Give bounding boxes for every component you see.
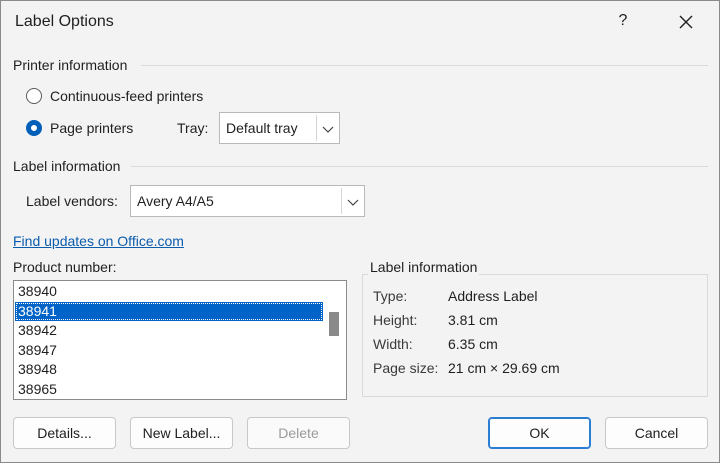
label-details-legend: Label information (368, 259, 480, 275)
type-value: Address Label (448, 288, 538, 304)
product-number-list[interactable]: 38940 38941 38942 38947 38948 38965 (13, 280, 347, 400)
tray-select[interactable]: Default tray (219, 112, 340, 144)
new-label-button[interactable]: New Label... (130, 417, 233, 449)
label-info-divider (131, 166, 708, 167)
ok-button[interactable]: OK (488, 417, 591, 449)
product-number-label: Product number: (13, 259, 117, 275)
tray-label: Tray: (177, 120, 209, 136)
printer-info-section-label: Printer information (13, 57, 128, 73)
list-item-selected[interactable]: 38941 (15, 301, 323, 321)
list-item[interactable]: 38940 (15, 282, 323, 302)
label-options-dialog: Label Options ? Printer information Cont… (0, 0, 720, 463)
width-value: 6.35 cm (448, 336, 498, 352)
type-key: Type: (373, 288, 408, 304)
page-printers-label: Page printers (50, 120, 134, 136)
printer-info-divider (141, 65, 708, 66)
height-value: 3.81 cm (448, 312, 498, 328)
label-vendors-label: Label vendors: (26, 193, 118, 209)
delete-button[interactable]: Delete (247, 417, 350, 449)
page-size-value: 21 cm × 29.69 cm (448, 360, 560, 376)
width-key: Width: (373, 336, 413, 352)
find-updates-link[interactable]: Find updates on Office.com (13, 233, 184, 249)
label-vendors-select[interactable]: Avery A4/A5 (130, 185, 365, 217)
details-button[interactable]: Details... (13, 417, 116, 449)
list-item[interactable]: 38942 (15, 321, 323, 341)
page-size-key: Page size: (373, 360, 439, 376)
help-button[interactable]: ? (613, 12, 633, 30)
dialog-title: Label Options (15, 13, 114, 30)
continuous-feed-radio[interactable] (26, 88, 42, 104)
tray-select-value: Default tray (226, 120, 298, 136)
chevron-down-icon (341, 188, 364, 214)
chevron-down-icon (316, 115, 339, 141)
list-scrollbar-thumb[interactable] (329, 312, 339, 336)
label-info-section-label: Label information (13, 158, 121, 174)
list-item[interactable]: 38965 (15, 380, 323, 400)
close-icon (671, 7, 701, 37)
height-key: Height: (373, 312, 418, 328)
label-vendors-value: Avery A4/A5 (137, 193, 214, 209)
close-button[interactable] (671, 7, 701, 37)
list-item[interactable]: 38947 (15, 341, 323, 361)
list-item[interactable]: 38948 (15, 360, 323, 380)
page-printers-radio[interactable] (26, 120, 42, 136)
cancel-button[interactable]: Cancel (605, 417, 708, 449)
continuous-feed-label: Continuous-feed printers (50, 88, 204, 104)
